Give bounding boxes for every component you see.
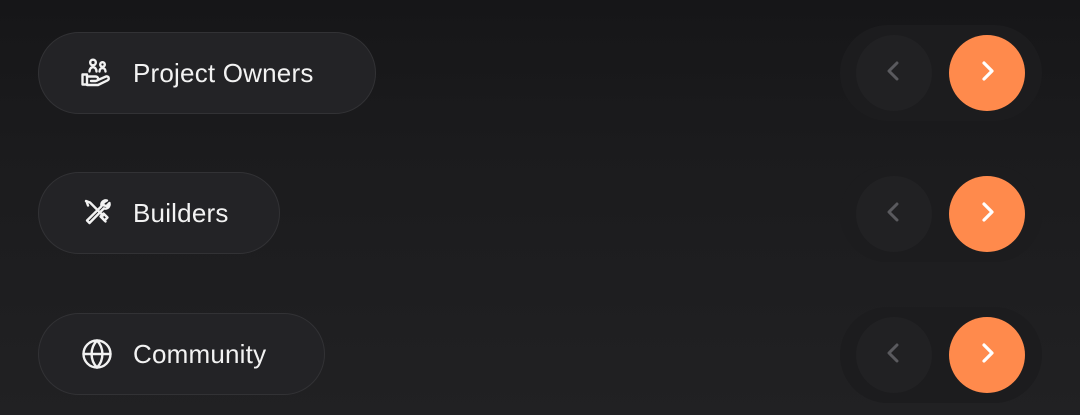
chevron-right-icon [974, 340, 1000, 371]
category-pill-builders[interactable]: Builders [38, 172, 280, 254]
category-label: Builders [133, 197, 229, 228]
category-pill-project-owners[interactable]: Project Owners [38, 32, 376, 114]
audience-list: Project Owners Builders Community [0, 0, 1080, 415]
previous-button[interactable] [856, 317, 932, 393]
carousel-nav [840, 25, 1042, 121]
next-button[interactable] [949, 35, 1025, 111]
category-label: Community [133, 338, 267, 369]
chevron-right-icon [974, 199, 1000, 230]
chevron-left-icon [881, 199, 907, 230]
chevron-left-icon [881, 58, 907, 89]
hand-holding-people-icon [79, 55, 115, 91]
next-button[interactable] [949, 176, 1025, 252]
globe-icon [79, 336, 115, 372]
carousel-nav [840, 307, 1042, 403]
chevron-left-icon [881, 340, 907, 371]
chevron-right-icon [974, 58, 1000, 89]
next-button[interactable] [949, 317, 1025, 393]
previous-button[interactable] [856, 176, 932, 252]
previous-button[interactable] [856, 35, 932, 111]
row-builders: Builders [0, 146, 1080, 282]
tools-icon [79, 195, 115, 231]
category-pill-community[interactable]: Community [38, 313, 325, 395]
row-community: Community [0, 282, 1080, 415]
row-project-owners: Project Owners [0, 0, 1080, 146]
category-label: Project Owners [133, 57, 314, 88]
carousel-nav [840, 166, 1042, 262]
